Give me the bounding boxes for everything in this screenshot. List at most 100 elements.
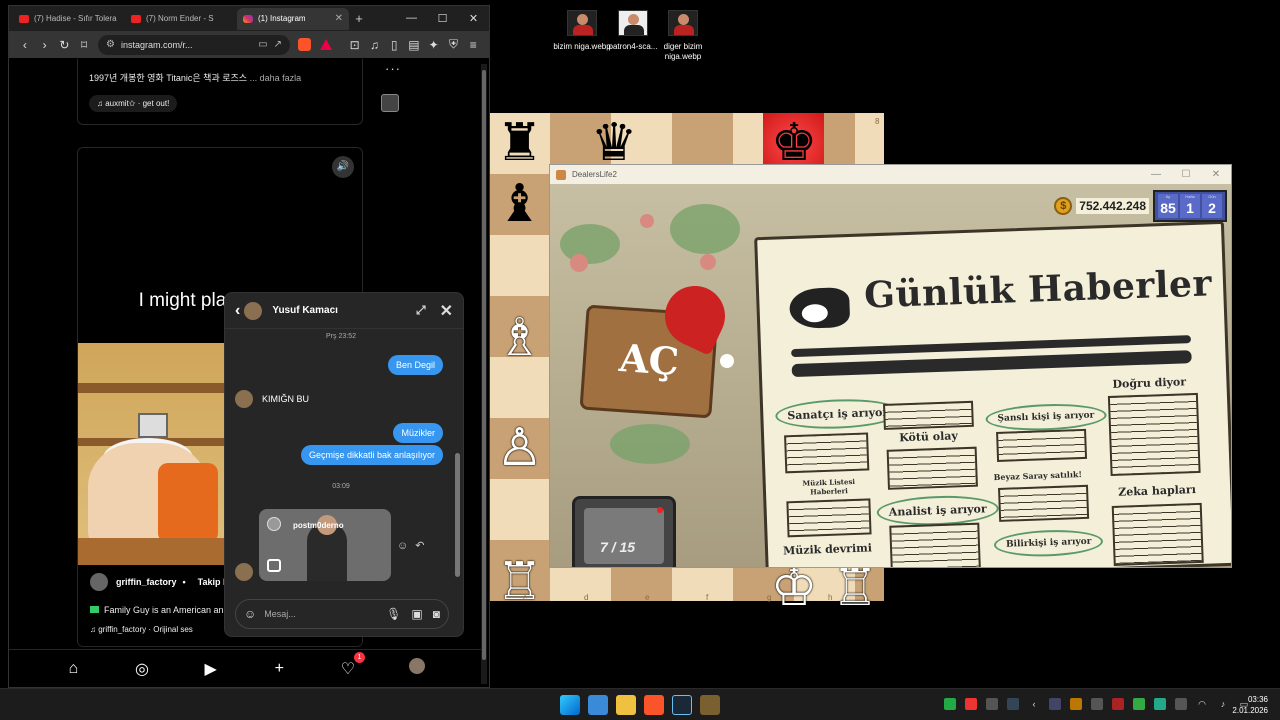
headline-beyaz-saray[interactable]: Beyaz Saray satılık!: [993, 469, 1082, 482]
sticker-icon[interactable]: ◙: [433, 607, 440, 621]
file-explorer-icon[interactable]: [616, 695, 636, 715]
message-input[interactable]: Mesaj...: [264, 609, 376, 619]
wallet-icon[interactable]: ▤: [404, 38, 424, 52]
audio-thumbnail[interactable]: [381, 94, 399, 112]
windows-start-icon[interactable]: [560, 695, 580, 715]
steam-tray-icon[interactable]: [1007, 698, 1019, 710]
brave-shields-icon[interactable]: [298, 38, 311, 51]
profile-avatar[interactable]: [407, 658, 427, 679]
site-info-icon[interactable]: ⚙: [106, 39, 115, 50]
tray-app-icon[interactable]: [1112, 698, 1124, 710]
close-button[interactable]: ✕: [458, 12, 489, 25]
back-icon[interactable]: ‹: [235, 302, 240, 320]
clock[interactable]: 03:36 2.01.2026: [1232, 694, 1268, 716]
avatar[interactable]: [235, 390, 253, 408]
menu-icon[interactable]: ≡: [463, 38, 483, 52]
headline-kotu-olay[interactable]: Kötü olay: [899, 429, 958, 444]
maximize-button[interactable]: ☐: [1171, 169, 1201, 180]
emoji-react-icon[interactable]: ☺: [397, 540, 408, 552]
contact-name[interactable]: Yusuf Kamacı: [272, 305, 338, 316]
message-list[interactable]: Prş 23:52 Ben Degil KIMIĞN BU Müzikler G…: [225, 329, 457, 591]
headline-sansli[interactable]: Şanslı kişi iş arıyor: [985, 402, 1107, 433]
photos-icon[interactable]: [588, 695, 608, 715]
message-bubble-out[interactable]: Geçmişe dikkatli bak anlaşılıyor: [300, 445, 443, 465]
chess-square[interactable]: [489, 235, 550, 296]
reel-audio[interactable]: ♫ griffin_factory · Orijinal ses: [90, 625, 193, 634]
share-icon[interactable]: ↗: [274, 39, 282, 50]
emoji-icon[interactable]: ☺: [244, 607, 256, 621]
reply-icon[interactable]: ↶: [415, 540, 424, 552]
brave-rewards-icon[interactable]: [319, 39, 332, 50]
tray-app-icon[interactable]: [1133, 698, 1145, 710]
minimize-button[interactable]: —: [1141, 169, 1171, 180]
microphone-icon[interactable]: 🎙: [386, 607, 401, 621]
customer-counter[interactable]: 7 / 15: [572, 496, 676, 567]
page-scrollbar[interactable]: [481, 64, 487, 684]
more-link[interactable]: ... daha fazla: [250, 73, 302, 83]
tray-app-icon[interactable]: [986, 698, 998, 710]
username[interactable]: griffin_factory: [116, 577, 177, 587]
tray-app-icon[interactable]: [1175, 698, 1187, 710]
headline-bilirkisi[interactable]: Bilirkişi iş arıyor: [993, 528, 1104, 559]
avatar[interactable]: [244, 301, 263, 320]
maximize-button[interactable]: ☐: [427, 12, 458, 25]
tray-app-icon[interactable]: [965, 698, 977, 710]
reels-icon[interactable]: ▶: [201, 659, 221, 679]
image-icon[interactable]: ▣: [411, 607, 422, 621]
message-in[interactable]: KIMIĞN BU: [235, 389, 313, 409]
back-icon[interactable]: ‹: [15, 38, 35, 52]
url-bar[interactable]: ⚙ instagram.com/r... ▭ ↗: [98, 34, 290, 55]
forward-icon[interactable]: ›: [35, 38, 55, 52]
reload-icon[interactable]: ↻: [55, 38, 75, 52]
home-icon[interactable]: ⌂: [63, 660, 83, 678]
steam-icon[interactable]: [672, 695, 692, 715]
reel-author[interactable]: griffin_factory • Takip Et: [90, 573, 232, 591]
headline-sanatci[interactable]: Sanatçı iş arıyor: [774, 397, 901, 431]
tray-app-icon[interactable]: [1091, 698, 1103, 710]
tray-app-icon[interactable]: [1070, 698, 1082, 710]
message-bubble-out[interactable]: Ben Degil: [387, 355, 443, 375]
dealerslife-window[interactable]: DealersLife2 — ☐ ✕ AÇ 7 / 15 Günlük Habe…: [549, 164, 1232, 568]
create-icon[interactable]: +: [269, 660, 289, 678]
minimize-button[interactable]: —: [396, 12, 427, 25]
black-bishop-icon[interactable]: ♝: [489, 174, 550, 235]
avatar[interactable]: [235, 563, 253, 581]
tray-app-icon[interactable]: [1154, 698, 1166, 710]
black-rook-icon[interactable]: ♜: [489, 113, 550, 174]
heart-icon[interactable]: ♡ 1: [338, 651, 365, 679]
dealerslife-icon[interactable]: [700, 695, 720, 715]
chess-square[interactable]: [489, 479, 550, 540]
audio-pill[interactable]: ♫ auxmit✩ · get out!: [89, 95, 178, 112]
tray-app-icon[interactable]: ‹: [1028, 698, 1040, 710]
white-rook-icon[interactable]: ♖: [489, 552, 550, 605]
expand-icon[interactable]: ⤢: [416, 303, 426, 318]
headline-dogru-diyor[interactable]: Doğru diyor: [1112, 375, 1186, 391]
wifi-icon[interactable]: ◠: [1196, 698, 1208, 710]
music-icon[interactable]: ♫: [365, 38, 385, 52]
new-tab-button[interactable]: +: [349, 11, 369, 26]
close-button[interactable]: ✕: [1201, 169, 1231, 180]
explore-icon[interactable]: ◎: [132, 659, 152, 679]
tab-search-icon[interactable]: ⊡: [345, 38, 365, 52]
chat-scrollbar[interactable]: [455, 333, 460, 583]
brave-browser-icon[interactable]: [644, 695, 664, 715]
headline-analist[interactable]: Analist iş arıyor: [876, 493, 1000, 528]
window-titlebar[interactable]: DealersLife2 — ☐ ✕: [550, 165, 1231, 184]
tab-hadise[interactable]: (7) Hadise - Sıfır Tolera: [13, 8, 125, 30]
volume-icon[interactable]: 🔊: [332, 156, 354, 178]
desktop-icon-diger-bizim-niga[interactable]: diger bizim niga.webp: [653, 10, 713, 62]
tab-norm-ender[interactable]: (7) Norm Ender - S: [125, 8, 237, 30]
leo-ai-icon[interactable]: ✦: [424, 38, 444, 52]
vpn-icon[interactable]: ⛨: [444, 37, 464, 52]
headline-muzik-devrimi[interactable]: Müzik devrimi: [783, 541, 872, 557]
tray-app-icon[interactable]: [1049, 698, 1061, 710]
newspaper[interactable]: Günlük Haberler Sanatçı iş arıyor Şanslı…: [754, 220, 1231, 567]
message-input-box[interactable]: ☺ Mesaj... 🎙 ▣ ◙: [235, 599, 449, 629]
volume-icon[interactable]: ♪: [1217, 698, 1229, 710]
sidebar-icon[interactable]: ▯: [384, 38, 404, 52]
headline-zeka-haplari[interactable]: Zeka hapları: [1118, 483, 1196, 499]
bookmark-icon[interactable]: ⌑: [74, 38, 94, 52]
more-options-icon[interactable]: ···: [385, 61, 401, 76]
dm-chat-popup[interactable]: ‹ Yusuf Kamacı ⤢ ✕ Prş 23:52 Ben Degil K…: [224, 292, 464, 637]
nvidia-icon[interactable]: [944, 698, 956, 710]
